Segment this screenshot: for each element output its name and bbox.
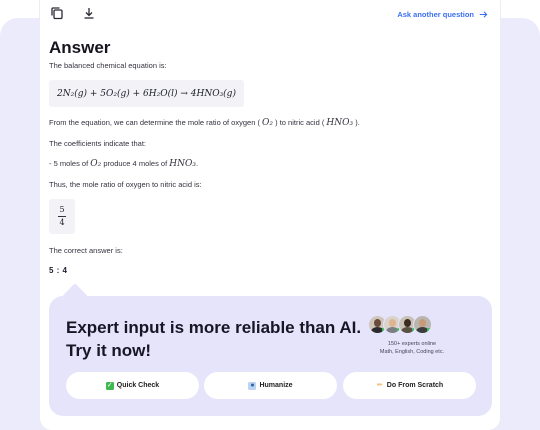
o2-formula: O₂ — [262, 118, 274, 128]
hno3-formula: HNO₃ — [326, 118, 354, 128]
correct-answer-label: The correct answer is: — [49, 246, 123, 255]
ask-another-question-link[interactable]: Ask another question — [397, 10, 488, 19]
ratio-text: From the equation, we can determine the … — [49, 118, 360, 128]
moles-text: - 5 moles of O₂ produce 4 moles of HNO₃. — [49, 159, 199, 169]
equation: 2N₂(g) + 5O₂(g) + 6H₂O(l) → 4HNO₃(g) — [57, 88, 236, 99]
copy-icon[interactable] — [50, 6, 64, 20]
equation-box: 2N₂(g) + 5O₂(g) + 6H₂O(l) → 4HNO₃(g) — [49, 80, 244, 107]
humanize-button[interactable]: ● Humanize — [204, 372, 337, 399]
person-icon: ● — [248, 381, 257, 390]
experts-online-text: 150+ experts online — [387, 341, 437, 347]
quick-check-button[interactable]: ✓ Quick Check — [66, 372, 199, 399]
ask-another-question-label: Ask another question — [397, 10, 474, 19]
pencil-icon: ✏ — [376, 381, 383, 389]
experts-info: 150+ experts online Math, English, Codin… — [364, 340, 460, 356]
coefficients-text: The coefficients indicate that: — [49, 139, 147, 148]
expert-avatars — [368, 315, 432, 334]
fraction-denominator: 4 — [59, 217, 65, 227]
fraction-numerator: 5 — [59, 205, 65, 215]
thus-text: Thus, the mole ratio of oxygen to nitric… — [49, 180, 202, 189]
download-icon[interactable] — [82, 6, 96, 20]
do-from-scratch-button[interactable]: ✏ Do From Scratch — [343, 372, 476, 399]
arrow-right-icon — [479, 11, 488, 18]
avatar — [413, 315, 432, 334]
check-icon: ✓ — [105, 381, 114, 390]
intro-text: The balanced chemical equation is: — [49, 61, 167, 70]
toolbar — [50, 6, 96, 20]
answer-title: Answer — [49, 38, 111, 57]
final-answer: 5 : 4 — [49, 266, 68, 275]
fraction-box: 5 4 — [49, 199, 75, 234]
expert-promo-panel: Expert input is more reliable than AI. T… — [49, 296, 492, 416]
promo-title: Expert input is more reliable than AI. T… — [66, 318, 362, 360]
experts-subjects-text: Math, English, Coding etc. — [379, 349, 445, 355]
